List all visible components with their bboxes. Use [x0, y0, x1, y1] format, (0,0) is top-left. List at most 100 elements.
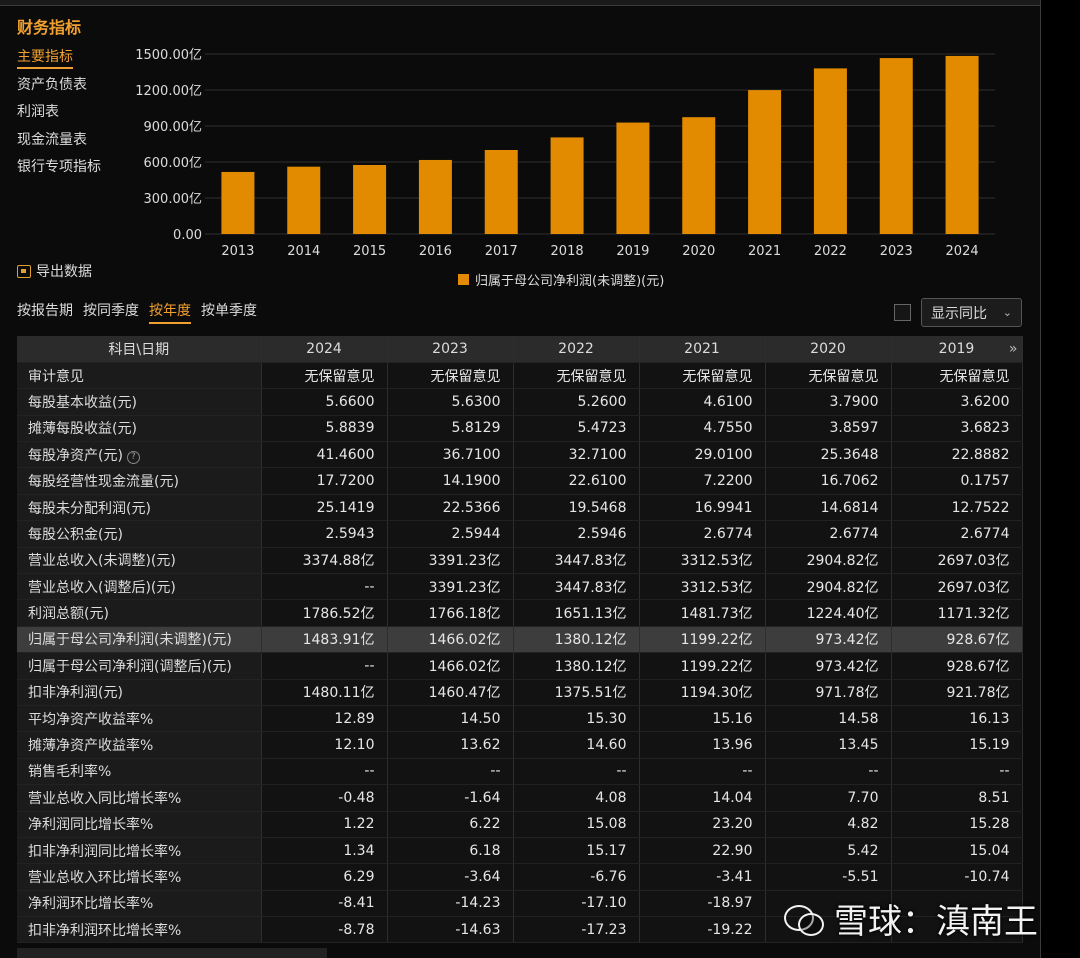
tab-by-year[interactable]: 按年度	[149, 300, 191, 324]
row-label-text: 每股经营性现金流量(元)	[28, 474, 179, 491]
table-row[interactable]: 每股经营性现金流量(元) 17.7200 14.1900 22.6100 7.2200 1…	[17, 467, 1023, 495]
table-cell: 14.58	[765, 705, 892, 733]
sidebar-item-main-indicators[interactable]: 主要指标	[17, 46, 127, 74]
table-row[interactable]: 营业总收入环比增长率% 6.29 -3.64 -6.76 -3.41 -5.51 -10.7…	[17, 863, 1023, 891]
col-header-2021[interactable]: 2021	[639, 336, 766, 363]
table-cell: 13.62	[387, 731, 514, 759]
sidebar-item-cash-flow[interactable]: 现金流量表	[17, 129, 127, 157]
table-row[interactable]: 销售毛利率% -- -- -- -- -- --	[17, 758, 1023, 786]
tab-single-quarter[interactable]: 按单季度	[201, 300, 257, 324]
show-yoy-dropdown[interactable]: 显示同比 ⌄	[921, 298, 1022, 327]
double-chevron-right-icon[interactable]: »	[1009, 341, 1018, 357]
table-cell: 22.6100	[513, 467, 640, 495]
row-label: 摊薄净资产收益率%	[17, 731, 262, 759]
row-label: 审计意见	[17, 362, 262, 390]
tab-same-quarter[interactable]: 按同季度	[83, 300, 139, 324]
sidebar-item-balance-sheet[interactable]: 资产负债表	[17, 74, 127, 102]
table-cell: 8.51	[891, 784, 1023, 812]
export-icon	[17, 264, 31, 278]
sidebar-item-income-statement[interactable]: 利润表	[17, 101, 127, 129]
row-label-text: 净利润同比增长率%	[28, 817, 154, 834]
table-cell: 14.04	[639, 784, 766, 812]
table-row[interactable]: 归属于母公司净利润(未调整)(元) 1483.91亿 1466.02亿 1380.12…	[17, 626, 1023, 654]
y-tick-label: 300.00亿	[144, 192, 203, 207]
table-cell: -14.23	[387, 890, 514, 918]
table-row[interactable]: 摊薄每股收益(元) 5.8839 5.8129 5.4723 4.7550 3.8597 3…	[17, 415, 1023, 443]
table-cell: 2.5946	[513, 520, 640, 548]
col-header-2022[interactable]: 2022	[513, 336, 640, 363]
bar-2023[interactable]	[879, 58, 913, 234]
table-cell: 2904.82亿	[765, 573, 892, 601]
table-cell: 17.7200	[261, 467, 388, 495]
bar-2024[interactable]	[945, 55, 979, 234]
table-row[interactable]: 每股未分配利润(元) 25.1419 22.5366 19.5468 16.9941 14…	[17, 494, 1023, 522]
tab-by-report-period[interactable]: 按报告期	[17, 300, 73, 324]
table-cell: 23.20	[639, 811, 766, 838]
y-tick-label: 900.00亿	[144, 120, 203, 135]
table-row[interactable]: 扣非净利润同比增长率% 1.34 6.18 15.17 22.90 5.42 15.04	[17, 837, 1023, 865]
row-label: 每股净资产(元)?	[17, 441, 262, 469]
col-header-2019[interactable]: 2019 »	[891, 336, 1023, 363]
table-cell: 3.7900	[765, 388, 892, 416]
table-row[interactable]: 扣非净利润(元) 1480.11亿 1460.47亿 1375.51亿 1194.30亿…	[17, 679, 1023, 706]
sidebar-item-bank-indicators[interactable]: 银行专项指标	[17, 156, 127, 184]
table-cell: 41.4600	[261, 441, 388, 469]
table-row[interactable]: 利润总额(元) 1786.52亿 1766.18亿 1651.13亿 1481.73亿 1…	[17, 599, 1023, 627]
row-label: 销售毛利率%	[17, 758, 262, 786]
export-data-label: 导出数据	[36, 264, 92, 280]
table-row[interactable]: 每股净资产(元)? 41.4600 36.7100 32.7100 29.0100 25.…	[17, 441, 1023, 469]
table-cell: 2697.03亿	[891, 573, 1023, 601]
col-header-2024[interactable]: 2024	[261, 336, 388, 363]
col-header-2023[interactable]: 2023	[387, 336, 514, 363]
table-cell: 973.42亿	[765, 626, 892, 654]
bar-2017[interactable]	[484, 150, 518, 234]
table-cell: 2.5944	[387, 520, 514, 548]
legend-label: 归属于母公司净利润(未调整)(元)	[475, 274, 665, 289]
table-cell: -8.78	[261, 916, 388, 944]
bar-2019[interactable]	[616, 122, 650, 234]
table-cell: -18.97	[639, 890, 766, 918]
yoy-checkbox[interactable]	[894, 304, 911, 321]
bar-2014[interactable]	[287, 166, 321, 234]
row-label: 每股未分配利润(元)	[17, 494, 262, 522]
table-row[interactable]: 每股基本收益(元) 5.6600 5.6300 5.2600 4.6100 3.7900 3…	[17, 388, 1023, 416]
table-row[interactable]: 归属于母公司净利润(调整后)(元) -- 1466.02亿 1380.12亿 1199.…	[17, 652, 1023, 680]
bar-2016[interactable]	[418, 159, 452, 234]
table-cell: 921.78亿	[891, 679, 1023, 706]
bar-2015[interactable]	[353, 165, 387, 234]
row-label: 归属于母公司净利润(未调整)(元)	[17, 626, 262, 654]
table-cell: 无保留意见	[387, 362, 514, 390]
export-data-button[interactable]: 导出数据	[17, 261, 92, 281]
table-cell: 1.34	[261, 837, 388, 865]
table-cell: 3.6200	[891, 388, 1023, 416]
table-cell: 5.8129	[387, 415, 514, 443]
table-row[interactable]: 摊薄净资产收益率% 12.10 13.62 14.60 13.96 13.45 15.19	[17, 731, 1023, 759]
table-cell: --	[513, 758, 640, 786]
horizontal-scrollbar[interactable]	[17, 948, 327, 958]
bar-2021[interactable]	[748, 90, 782, 234]
table-row[interactable]: 营业总收入(调整后)(元) -- 3391.23亿 3447.83亿 3312.53亿 2…	[17, 573, 1023, 601]
table-cell: 1766.18亿	[387, 599, 514, 627]
bar-2013[interactable]	[221, 171, 255, 234]
period-tabs: 按报告期 按同季度 按年度 按单季度	[17, 300, 257, 324]
bar-2022[interactable]	[813, 68, 847, 235]
row-label-text: 每股基本收益(元)	[28, 394, 137, 411]
table-cell: 1380.12亿	[513, 652, 640, 680]
table-row[interactable]: 平均净资产收益率% 12.89 14.50 15.30 15.16 14.58 16.13	[17, 705, 1023, 733]
table-row[interactable]: 营业总收入同比增长率% -0.48 -1.64 4.08 14.04 7.70 8.51	[17, 784, 1023, 812]
col-header-2020[interactable]: 2020	[765, 336, 892, 363]
window-top-edge	[0, 0, 1080, 6]
table-row[interactable]: 净利润同比增长率% 1.22 6.22 15.08 23.20 4.82 15.28	[17, 811, 1023, 838]
row-label-text: 每股净资产(元)	[28, 447, 123, 464]
table-row[interactable]: 每股公积金(元) 2.5943 2.5944 2.5946 2.6774 2.6774 2.…	[17, 520, 1023, 548]
table-cell: 1.22	[261, 811, 388, 838]
table-cell: 22.8882	[891, 441, 1023, 469]
watermark: 雪球：滇南王	[784, 893, 1038, 943]
bar-2018[interactable]	[550, 137, 584, 234]
help-icon[interactable]: ?	[126, 450, 140, 464]
table-row[interactable]: 营业总收入(未调整)(元) 3374.88亿 3391.23亿 3447.83亿 331…	[17, 547, 1023, 575]
bar-2020[interactable]	[682, 117, 716, 234]
row-label: 归属于母公司净利润(调整后)(元)	[17, 652, 262, 680]
table-cell: 12.89	[261, 705, 388, 733]
table-row[interactable]: 审计意见 无保留意见 无保留意见 无保留意见 无保留意见 无保留意见 无保留意见	[17, 362, 1023, 390]
